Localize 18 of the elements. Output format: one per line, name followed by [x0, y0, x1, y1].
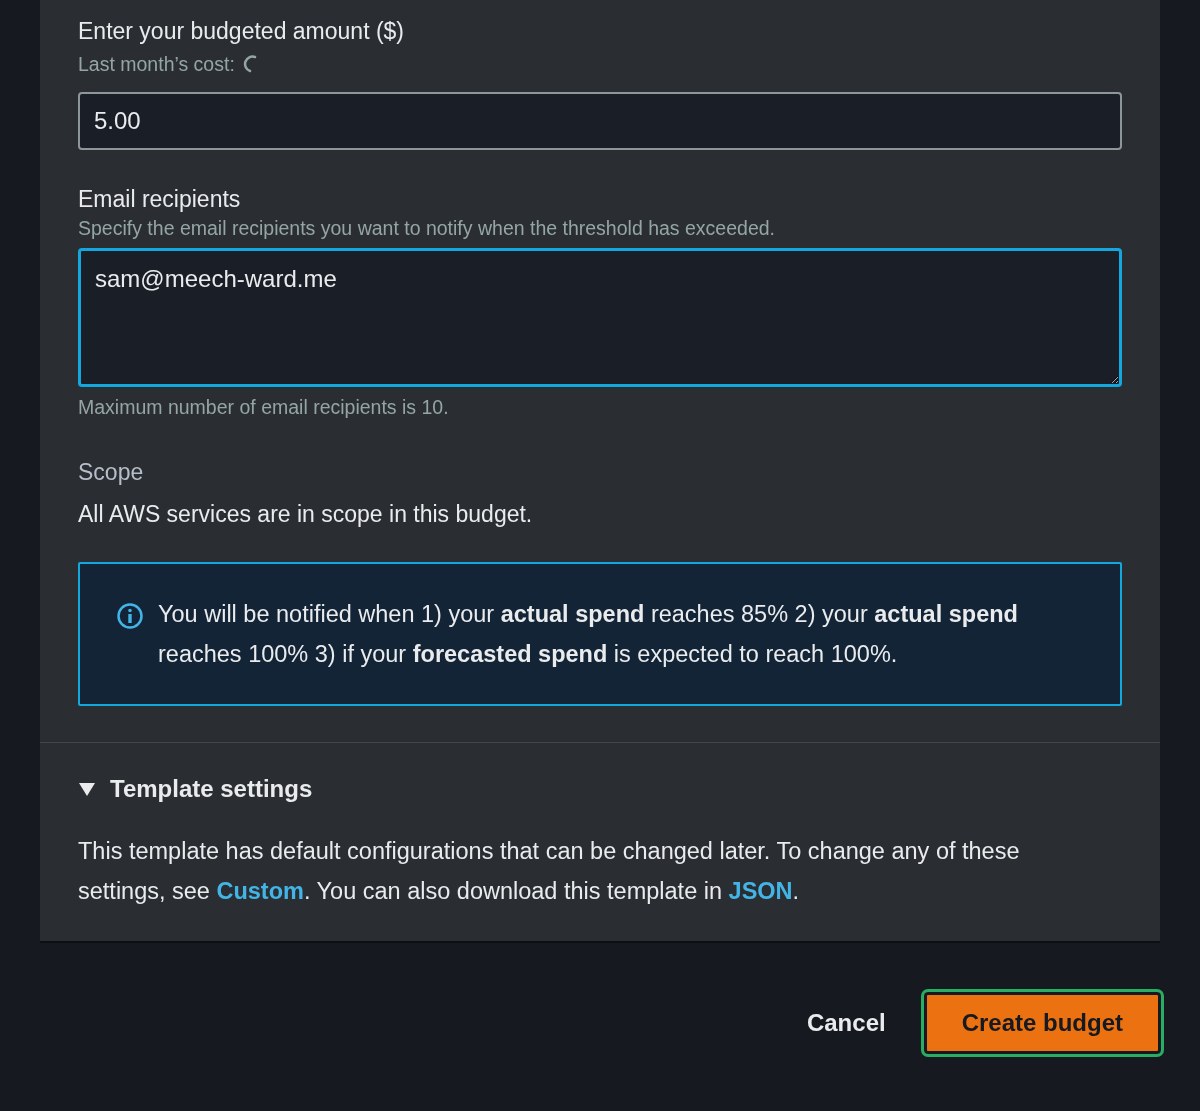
caret-icon: [78, 781, 96, 797]
link[interactable]: JSON: [728, 878, 793, 904]
link[interactable]: Custom: [216, 878, 304, 904]
email-input[interactable]: sam@meech-ward.me: [78, 248, 1122, 387]
alert-text: You will be notified when 1) your actual spend reaches 85% 2) your actual spend reaches 100% 3) if your forecasted spend is expected to reach 100%.: [158, 600, 1019, 669]
template-settings-toggle[interactable]: Template settings: [78, 775, 313, 803]
amount-input[interactable]: 5.00: [78, 92, 1122, 150]
field-constraint: Maximum number of email recipients is 10.: [78, 395, 450, 420]
cancel-button[interactable]: Cancel: [803, 996, 889, 1050]
field-description: Specify the email recipients you want to notify when the threshold has exceeded.: [78, 216, 776, 241]
scope-text: All AWS services are in scope in this budget.: [78, 500, 534, 529]
template-description: This template has default configurations that can be changed later. To change any of these settings, see Custom. You can also download this template in JSON.: [78, 837, 1021, 906]
field-label: Enter your budgeted amount ($): [78, 17, 406, 46]
info-icon: [116, 602, 144, 630]
section-label: Scope: [78, 458, 145, 487]
field-label: Email recipients: [78, 185, 242, 214]
create-budget-button[interactable]: Create budget: [920, 989, 1164, 1057]
field-hint: Last month’s cost:: [78, 52, 235, 77]
